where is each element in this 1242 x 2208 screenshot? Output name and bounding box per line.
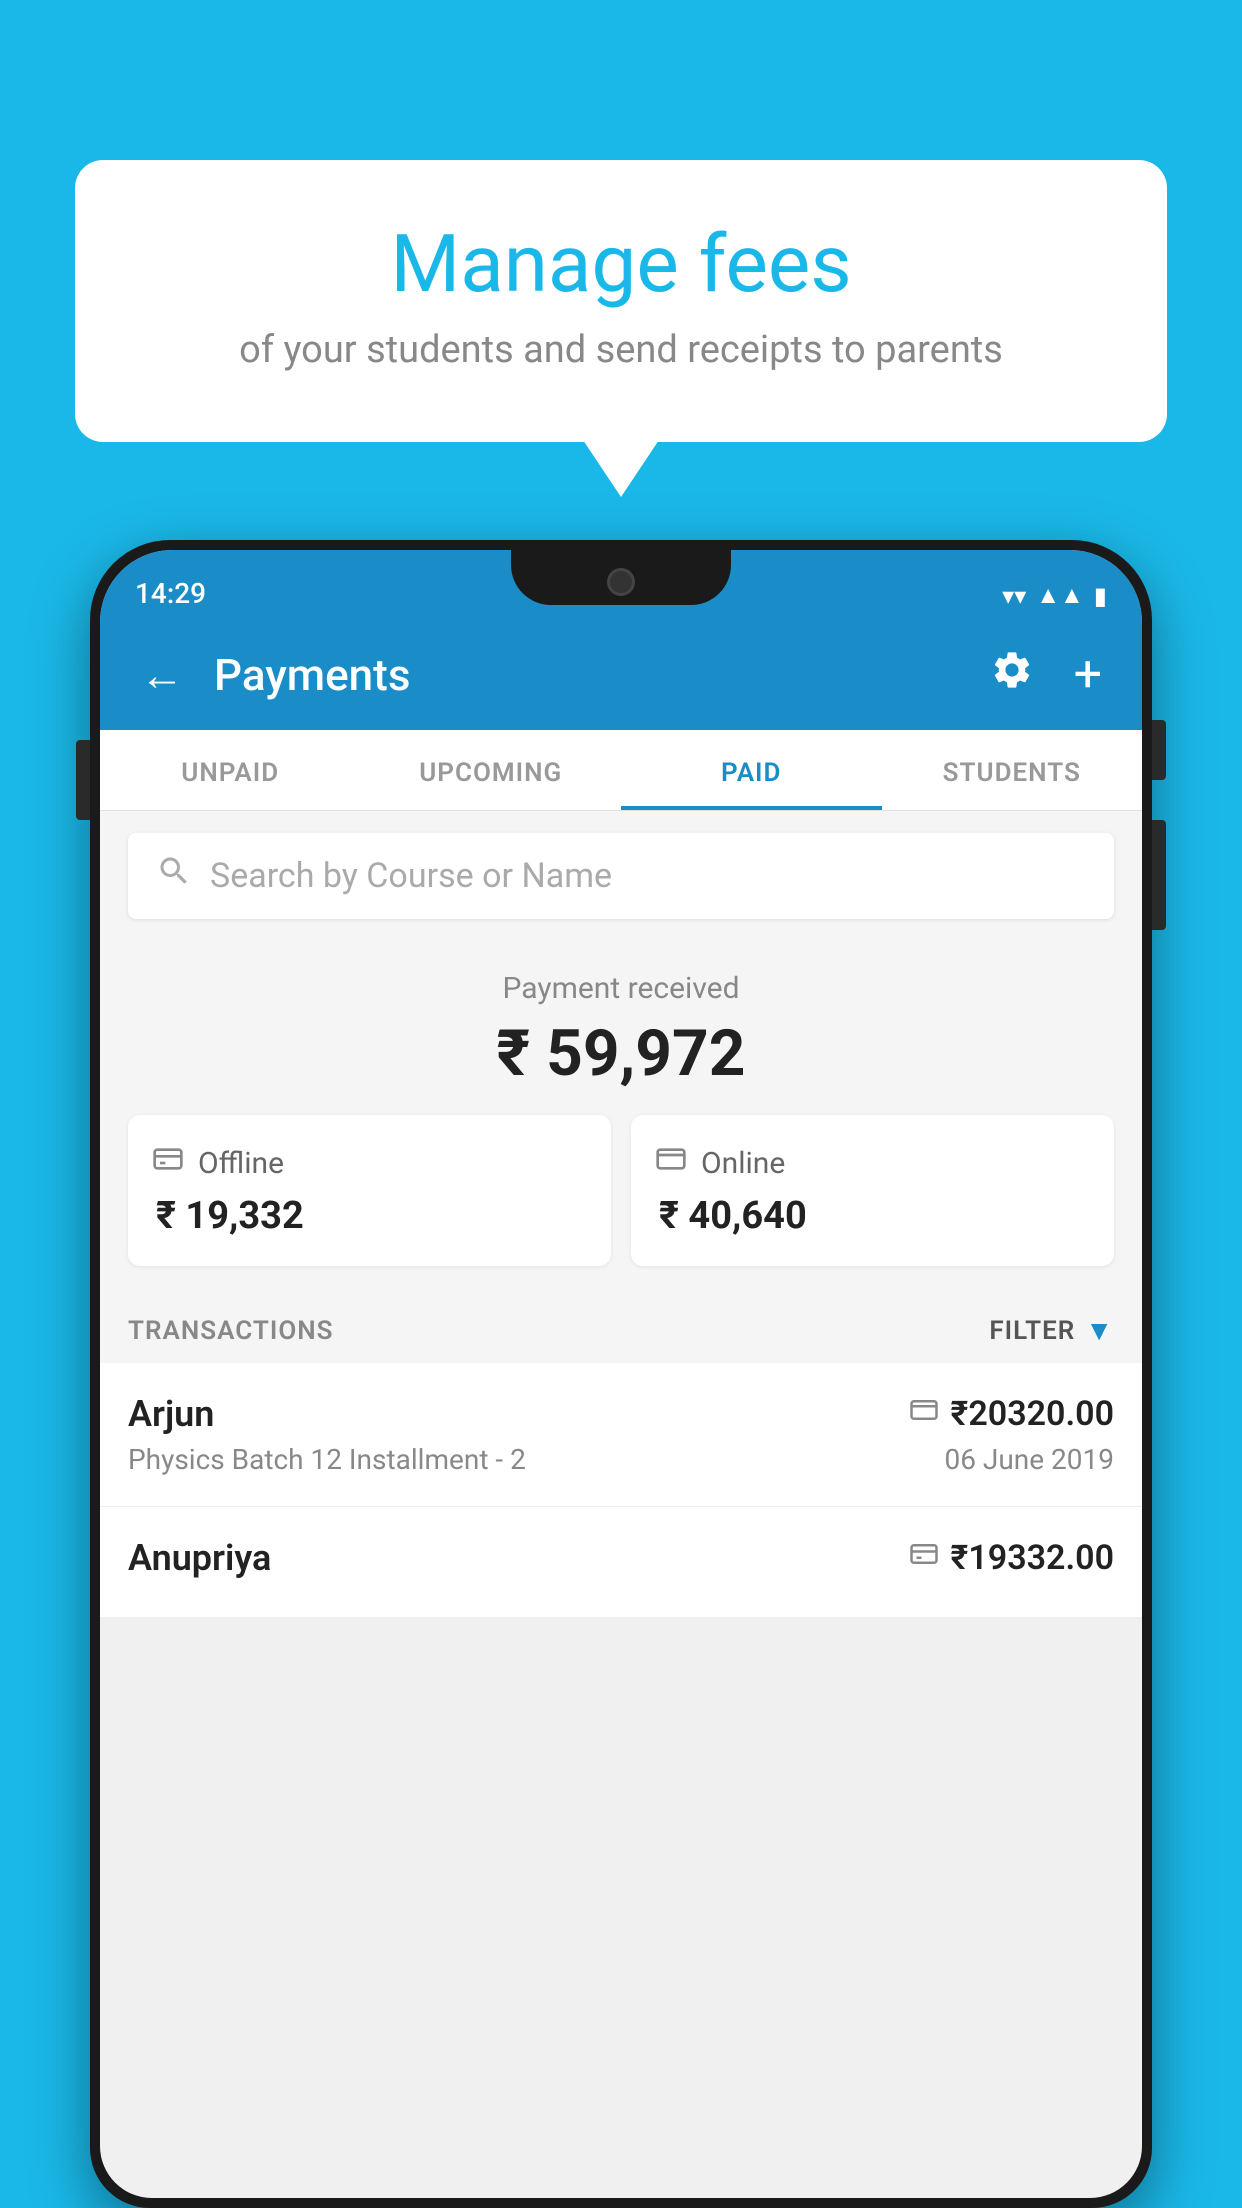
transaction-amount: ₹19332.00 bbox=[951, 1538, 1114, 1578]
bubble-subtitle: of your students and send receipts to pa… bbox=[155, 328, 1087, 372]
transaction-bottom: Physics Batch 12 Installment - 2 06 June… bbox=[128, 1443, 1114, 1476]
transaction-amount-wrap: ₹19332.00 bbox=[909, 1538, 1114, 1578]
search-placeholder-text: Search by Course or Name bbox=[210, 856, 612, 896]
phone-volume-button-right bbox=[1152, 820, 1166, 930]
transaction-amount-wrap: ₹20320.00 bbox=[909, 1394, 1114, 1434]
transaction-top: Arjun ₹20320.00 bbox=[128, 1393, 1114, 1435]
online-label: Online bbox=[701, 1146, 785, 1181]
online-payment-card: Online ₹ 40,640 bbox=[631, 1115, 1114, 1266]
tabs-bar: UNPAID UPCOMING PAID STUDENTS bbox=[100, 730, 1142, 811]
online-card-header: Online bbox=[655, 1143, 1090, 1184]
transaction-row[interactable]: Anupriya ₹19332.00 bbox=[100, 1507, 1142, 1618]
speech-bubble-container: Manage fees of your students and send re… bbox=[75, 160, 1167, 442]
filter-label: FILTER bbox=[989, 1316, 1075, 1346]
wifi-icon: ▾▾ bbox=[1002, 582, 1026, 610]
offline-icon bbox=[152, 1143, 184, 1184]
transaction-name: Arjun bbox=[128, 1393, 214, 1435]
add-button[interactable]: + bbox=[1064, 636, 1112, 714]
tab-unpaid[interactable]: UNPAID bbox=[100, 730, 361, 810]
payment-total-amount: ₹ 59,972 bbox=[128, 1016, 1114, 1091]
transaction-row[interactable]: Arjun ₹20320.00 Physics Batch 12 Install… bbox=[100, 1363, 1142, 1507]
online-amount: ₹ 40,640 bbox=[655, 1194, 1090, 1238]
transaction-top: Anupriya ₹19332.00 bbox=[128, 1537, 1114, 1579]
phone-volume-button bbox=[76, 740, 90, 820]
signal-icon: ▲▲ bbox=[1036, 581, 1084, 610]
transactions-header: TRANSACTIONS FILTER ▼ bbox=[100, 1290, 1142, 1363]
filter-button[interactable]: FILTER ▼ bbox=[989, 1314, 1114, 1347]
settings-button[interactable] bbox=[980, 638, 1044, 713]
transaction-course: Physics Batch 12 Installment - 2 bbox=[128, 1443, 526, 1476]
offline-payment-card: Offline ₹ 19,332 bbox=[128, 1115, 611, 1266]
payment-summary: Payment received ₹ 59,972 Offline bbox=[100, 941, 1142, 1290]
offline-card-header: Offline bbox=[152, 1143, 587, 1184]
transaction-type-icon bbox=[909, 1539, 939, 1577]
filter-icon: ▼ bbox=[1085, 1314, 1114, 1347]
payment-cards: Offline ₹ 19,332 Online bbox=[128, 1115, 1114, 1266]
phone-notch bbox=[511, 550, 731, 605]
tab-students[interactable]: STUDENTS bbox=[882, 730, 1143, 810]
tab-paid[interactable]: PAID bbox=[621, 730, 882, 810]
tab-upcoming[interactable]: UPCOMING bbox=[361, 730, 622, 810]
payment-received-label: Payment received bbox=[128, 971, 1114, 1006]
phone-frame: 14:29 ▾▾ ▲▲ ▮ ← Payments + UNPAID bbox=[90, 540, 1152, 2208]
offline-label: Offline bbox=[198, 1146, 284, 1181]
app-header: ← Payments + bbox=[100, 620, 1142, 730]
bubble-title: Manage fees bbox=[155, 220, 1087, 308]
search-box[interactable]: Search by Course or Name bbox=[128, 833, 1114, 919]
status-time: 14:29 bbox=[135, 577, 206, 610]
transaction-type-icon bbox=[909, 1395, 939, 1433]
transaction-date: 06 June 2019 bbox=[944, 1443, 1114, 1476]
phone-camera bbox=[607, 568, 635, 596]
transaction-amount: ₹20320.00 bbox=[951, 1394, 1114, 1434]
phone-power-button bbox=[1152, 720, 1166, 780]
transactions-label: TRANSACTIONS bbox=[128, 1316, 334, 1346]
online-icon bbox=[655, 1143, 687, 1184]
search-container: Search by Course or Name bbox=[100, 811, 1142, 941]
phone-screen: 14:29 ▾▾ ▲▲ ▮ ← Payments + UNPAID bbox=[100, 550, 1142, 2198]
search-icon bbox=[156, 853, 192, 899]
transaction-name: Anupriya bbox=[128, 1537, 271, 1579]
battery-icon: ▮ bbox=[1094, 582, 1107, 610]
status-icons: ▾▾ ▲▲ ▮ bbox=[1002, 581, 1107, 610]
back-button[interactable]: ← bbox=[130, 639, 194, 711]
speech-bubble: Manage fees of your students and send re… bbox=[75, 160, 1167, 442]
page-title: Payments bbox=[214, 649, 960, 701]
offline-amount: ₹ 19,332 bbox=[152, 1194, 587, 1238]
